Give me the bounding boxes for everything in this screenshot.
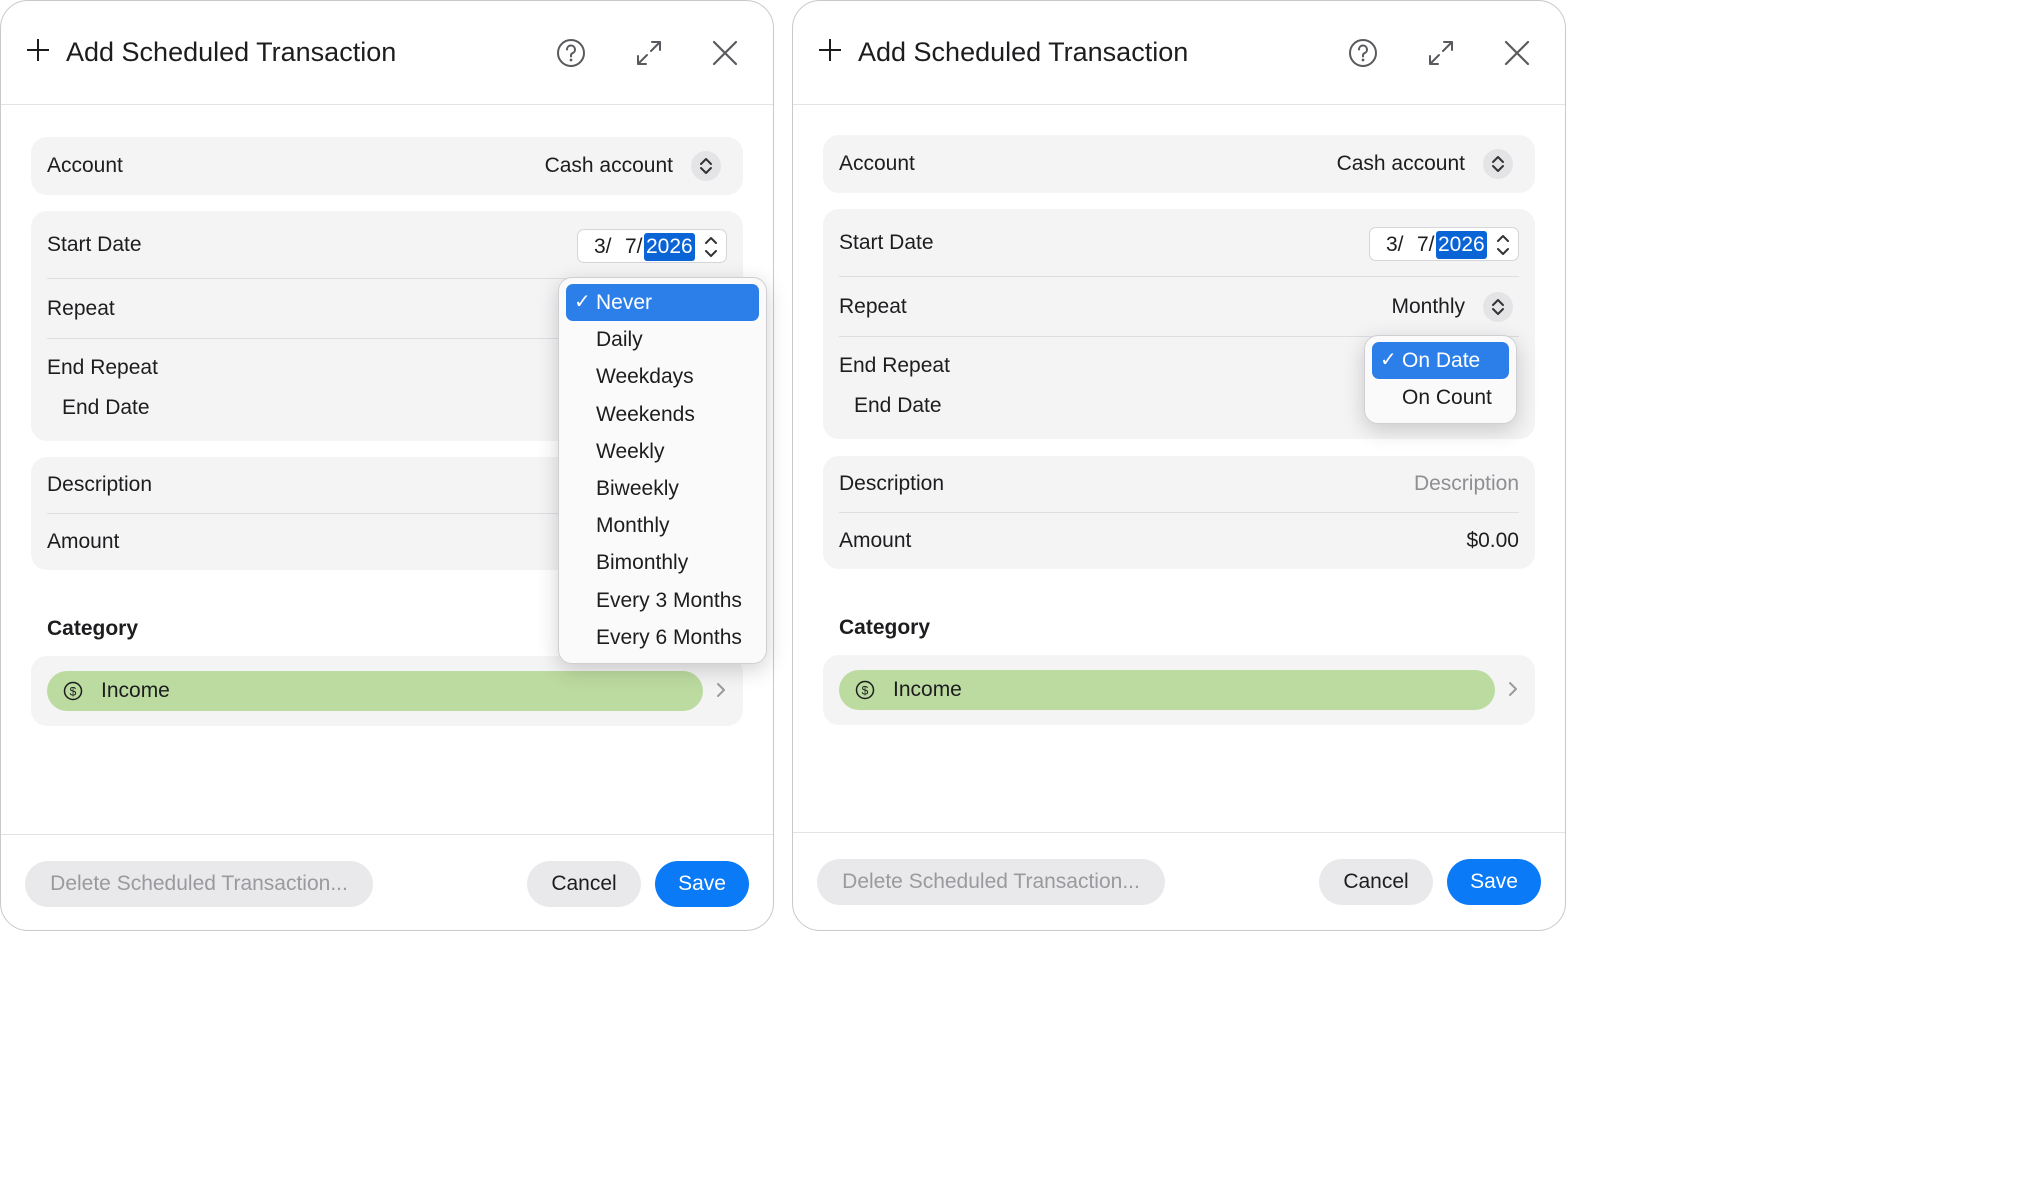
dialog-footer: Delete Scheduled Transaction... Cancel S… (1, 834, 773, 930)
coin-icon: $ (855, 680, 875, 700)
date-day[interactable]: 7/ (1417, 231, 1435, 259)
date-stepper-icon[interactable] (1496, 232, 1510, 258)
account-card: Account Cash account (31, 137, 743, 195)
account-value: Cash account (544, 154, 673, 177)
amount-label: Amount (839, 529, 912, 552)
checkmark-icon: ✓ (1380, 349, 1397, 371)
date-day[interactable]: 7/ (625, 233, 643, 261)
svg-text:$: $ (70, 685, 77, 699)
menu-item-every-6-months[interactable]: Every 6 Months (566, 619, 759, 656)
details-card: Description Description Amount $0.00 (823, 456, 1535, 569)
dialog-title: Add Scheduled Transaction (858, 37, 1189, 67)
start-date-field[interactable]: 3/ 7/ 2026 (1369, 227, 1519, 261)
description-label: Description (839, 472, 945, 495)
menu-item-weekdays[interactable]: Weekdays (566, 358, 759, 395)
amount-field[interactable]: $0.00 (1466, 527, 1519, 555)
category-name: Income (101, 679, 170, 702)
expand-icon[interactable] (1425, 37, 1457, 69)
checkmark-icon: ✓ (574, 291, 591, 313)
end-repeat-label: End Repeat (47, 356, 158, 379)
chevron-right-icon (1509, 682, 1517, 696)
start-date-label: Start Date (839, 231, 934, 254)
dialog-header: Add Scheduled Transaction (793, 1, 1565, 105)
account-label: Account (47, 154, 123, 177)
menu-item-monthly[interactable]: Monthly (566, 507, 759, 544)
expand-icon[interactable] (633, 37, 665, 69)
dialog-header: Add Scheduled Transaction (1, 1, 773, 105)
cancel-button[interactable]: Cancel (527, 861, 641, 907)
date-year[interactable]: 2026 (1436, 231, 1487, 259)
menu-item-weekends[interactable]: Weekends (566, 396, 759, 433)
delete-button[interactable]: Delete Scheduled Transaction... (817, 859, 1165, 905)
amount-row[interactable]: Amount $0.00 (839, 513, 1519, 569)
dialog-footer: Delete Scheduled Transaction... Cancel S… (793, 832, 1565, 930)
dialog-right: Add Scheduled Transaction Account Cash a… (792, 0, 1566, 931)
start-date-label: Start Date (47, 233, 142, 256)
coin-icon: $ (63, 681, 83, 701)
chevron-right-icon (717, 683, 725, 697)
date-stepper-icon[interactable] (704, 234, 718, 260)
category-pill[interactable]: $ Income (839, 670, 1495, 710)
cancel-button[interactable]: Cancel (1319, 859, 1433, 905)
repeat-value: Monthly (1391, 295, 1465, 318)
category-pill[interactable]: $ Income (47, 671, 703, 711)
end-date-label: End Date (62, 396, 150, 419)
account-label: Account (839, 152, 915, 175)
description-row[interactable]: Description Description (839, 456, 1519, 512)
description-field[interactable]: Description (1414, 470, 1519, 498)
end-date-label: End Date (854, 394, 942, 417)
plus-icon (817, 37, 843, 63)
menu-item-bimonthly[interactable]: Bimonthly (566, 544, 759, 581)
end-repeat-menu: ✓ On Date On Count (1364, 335, 1517, 424)
svg-text:$: $ (862, 684, 869, 698)
menu-item-biweekly[interactable]: Biweekly (566, 470, 759, 507)
end-repeat-label: End Repeat (839, 354, 950, 377)
amount-label: Amount (47, 530, 120, 553)
stage: Add Scheduled Transaction Account Cash a… (0, 0, 1567, 932)
close-icon[interactable] (709, 37, 741, 69)
date-month[interactable]: 3/ (1386, 231, 1404, 259)
divider (839, 276, 1519, 277)
account-value: Cash account (1336, 152, 1465, 175)
category-card[interactable]: $ Income (31, 656, 743, 726)
account-card: Account Cash account (823, 135, 1535, 193)
menu-item-on-count[interactable]: On Count (1372, 379, 1509, 416)
stepper-icon[interactable] (691, 151, 721, 181)
plus-icon (25, 37, 51, 63)
category-name: Income (893, 678, 962, 701)
menu-item-daily[interactable]: Daily (566, 321, 759, 358)
repeat-row[interactable]: Repeat Monthly (839, 279, 1519, 335)
description-label: Description (47, 473, 153, 496)
menu-item-every-3-months[interactable]: Every 3 Months (566, 582, 759, 619)
close-icon[interactable] (1501, 37, 1533, 69)
account-row[interactable]: Account Cash account (839, 136, 1519, 192)
menu-item-on-date[interactable]: ✓ On Date (1372, 342, 1509, 380)
repeat-label: Repeat (839, 295, 907, 318)
repeat-label: Repeat (47, 297, 115, 320)
account-row[interactable]: Account Cash account (47, 138, 727, 194)
menu-item-weekly[interactable]: Weekly (566, 433, 759, 470)
category-heading: Category (47, 617, 139, 640)
start-date-field[interactable]: 3/ 7/ 2026 (577, 229, 727, 263)
delete-button[interactable]: Delete Scheduled Transaction... (25, 861, 373, 907)
save-button[interactable]: Save (1447, 859, 1541, 905)
menu-item-never[interactable]: ✓ Never (566, 284, 759, 322)
help-icon[interactable] (1347, 37, 1379, 69)
date-month[interactable]: 3/ (594, 233, 612, 261)
stepper-icon[interactable] (1483, 292, 1513, 322)
repeat-menu: ✓ Never Daily Weekdays Weekends Weekly Bi… (558, 277, 767, 664)
help-icon[interactable] (555, 37, 587, 69)
save-button[interactable]: Save (655, 861, 749, 907)
dialog-title: Add Scheduled Transaction (66, 37, 397, 67)
date-year[interactable]: 2026 (644, 233, 695, 261)
category-heading: Category (839, 616, 931, 639)
stepper-icon[interactable] (1483, 149, 1513, 179)
category-card[interactable]: $ Income (823, 655, 1535, 725)
